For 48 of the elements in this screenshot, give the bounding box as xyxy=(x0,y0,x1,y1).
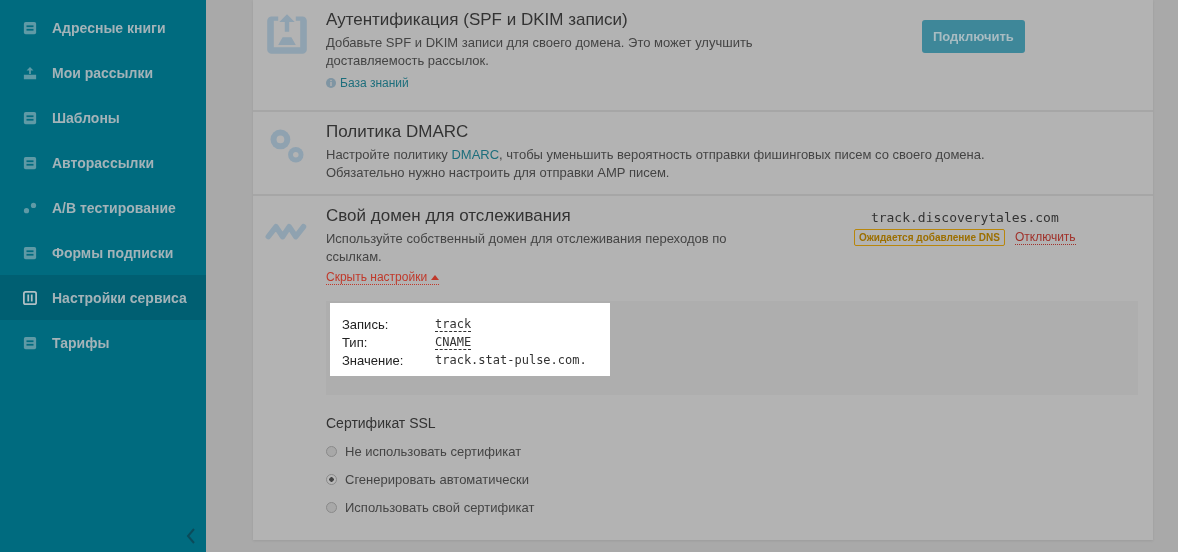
dns-label: Тип: xyxy=(342,335,369,350)
ssl-radio-option[interactable]: Использовать свой сертификат xyxy=(326,493,1141,521)
sidebar-item[interactable]: Мои рассылки xyxy=(0,50,206,95)
upload-box-icon xyxy=(265,12,309,56)
radio-label: Не использовать сертификат xyxy=(345,443,522,459)
menu-item-icon xyxy=(23,290,37,305)
sidebar-item[interactable]: Адресные книги xyxy=(0,5,206,50)
radio-button[interactable] xyxy=(326,473,337,485)
sidebar-item[interactable]: Тарифы xyxy=(0,320,206,365)
menu-item-icon xyxy=(23,335,37,350)
section-title: Политика DMARC xyxy=(326,122,470,142)
status-badge: Ожидается добавление DNS xyxy=(854,229,1005,246)
sidebar-item[interactable]: A/B тестирование xyxy=(0,185,206,230)
domain-name: track.discoverytales.com xyxy=(870,210,1059,225)
menu-item-icon xyxy=(23,65,37,80)
info-icon xyxy=(326,78,336,88)
caret-up-icon xyxy=(431,274,440,280)
connect-button[interactable]: Подключить xyxy=(922,20,1025,53)
sidebar-item[interactable]: Формы подписки xyxy=(0,230,206,275)
menu-item-icon xyxy=(23,245,37,260)
ssl-radio-option[interactable]: Сгенерировать автоматически xyxy=(326,465,1141,493)
ssl-radio-option[interactable]: Не использовать сертификат xyxy=(326,437,1141,465)
knowledge-base-link[interactable]: База знаний xyxy=(340,76,409,90)
section-title: Аутентификация (SPF и DKIM записи) xyxy=(326,10,629,30)
section-description: Добавьте SPF и DKIM записи для своего домена. Это может улучшить доставляемость рассылок. xyxy=(326,34,754,70)
section-description: Настройте политику DMARC, чтобы уменьшить вероятность отправки фишинговых писем со своего домена. Обязательно нужно настроить для отправки AMP писем. xyxy=(326,146,985,182)
menu-item-icon xyxy=(23,200,37,215)
dns-value: track.stat-pulse.com. xyxy=(435,353,587,368)
menu-item-icon xyxy=(23,155,37,170)
dns-label: Запись: xyxy=(342,317,390,332)
section-title: Свой домен для отслеживания xyxy=(326,206,572,226)
ssl-title: Сертификат SSL xyxy=(326,415,437,431)
disconnect-link[interactable]: Отключить xyxy=(1014,230,1076,245)
dns-value: track xyxy=(435,317,472,332)
chevron-left-icon[interactable] xyxy=(186,528,196,544)
hide-settings-link[interactable]: Скрыть настройки xyxy=(326,270,440,285)
radio-label: Сгенерировать автоматически xyxy=(345,471,529,487)
radio-button[interactable] xyxy=(326,445,337,457)
sidebar-item[interactable]: Шаблоны xyxy=(0,95,206,140)
sidebar-item[interactable]: Авторассылки xyxy=(0,140,206,185)
sidebar-item[interactable]: Настройки сервиса xyxy=(0,275,206,320)
menu-item-icon xyxy=(23,110,37,125)
dns-value: CNAME xyxy=(435,335,472,350)
section-description: Используйте собственный домен для отслеживания переходов по ссылкам. xyxy=(326,230,728,266)
menu-item-icon xyxy=(23,20,37,35)
radio-button[interactable] xyxy=(326,501,337,513)
dns-label: Значение: xyxy=(342,353,405,368)
radio-label: Использовать свой сертификат xyxy=(345,499,535,515)
